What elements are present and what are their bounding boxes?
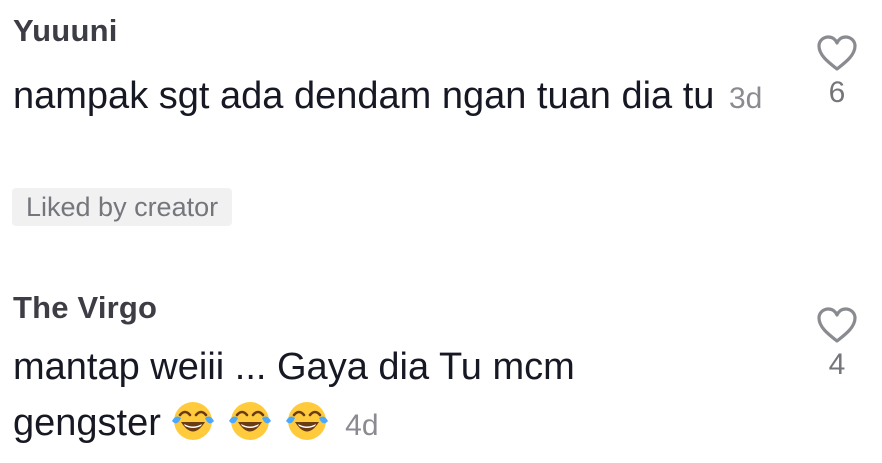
comment-timestamp: 4d [345,409,379,442]
comment-item[interactable]: The Virgo mantap weiii ... Gaya dia Tu m… [0,284,882,463]
comment-text: mantap weiii ... Gaya dia Tu mcm gengste… [13,339,673,454]
comment-item[interactable]: Yuuuni nampak sgt ada dendam ngan tuan d… [0,0,882,240]
face-with-tears-of-joy-icon [285,402,328,440]
face-with-tears-of-joy-icon [229,402,272,440]
like-button[interactable]: 4 [792,306,882,382]
comment-username[interactable]: Yuuuni [13,13,118,49]
comment-timestamp: 3d [728,82,763,115]
like-button[interactable]: 6 [792,34,882,110]
emoji-group [171,402,341,444]
comment-text: nampak sgt ada dendam ngan tuan dia tu 3… [13,68,793,127]
comment-username[interactable]: The Virgo [13,290,157,326]
heart-outline-icon[interactable] [816,306,858,344]
like-count: 6 [828,76,846,109]
comment-body: nampak sgt ada dendam ngan tuan dia tu [13,75,715,117]
liked-by-creator-badge: Liked by creator [12,188,233,226]
face-with-tears-of-joy-icon [172,402,215,440]
like-count: 4 [828,348,846,381]
heart-outline-icon[interactable] [816,34,858,72]
